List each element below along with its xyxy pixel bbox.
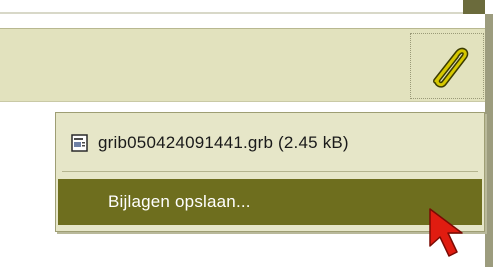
mouse-cursor-icon — [429, 208, 463, 257]
save-attachments-label: Bijlagen opslaan... — [108, 192, 251, 211]
paperclip-icon — [433, 47, 469, 88]
screen: grib050424091441.grb (2.45 kB) Bijlagen … — [0, 0, 493, 267]
menu-separator — [62, 171, 478, 172]
attachment-file-item[interactable]: grib050424091441.grb (2.45 kB) — [62, 121, 478, 165]
window-edge — [485, 14, 493, 267]
top-divider — [0, 12, 475, 14]
attachments-button[interactable] — [410, 33, 484, 99]
document-icon — [71, 134, 88, 152]
save-attachments-item[interactable]: Bijlagen opslaan... — [58, 179, 482, 225]
top-accent-bar — [463, 0, 485, 14]
attachment-menu: grib050424091441.grb (2.45 kB) Bijlagen … — [55, 112, 485, 232]
attachment-file-label: grib050424091441.grb (2.45 kB) — [98, 133, 349, 152]
